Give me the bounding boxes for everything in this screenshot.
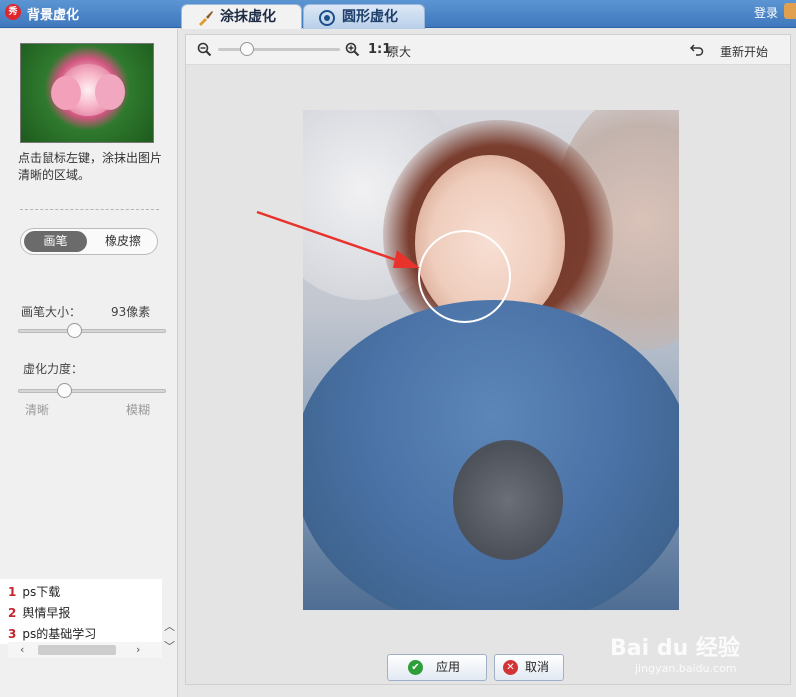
brush-size-slider[interactable] — [18, 329, 166, 333]
mode-toggle: 画笔 橡皮擦 — [20, 228, 158, 255]
check-icon: ✔ — [408, 660, 423, 675]
apply-button[interactable]: ✔ 应用 — [387, 654, 487, 681]
zoom-out-icon[interactable] — [197, 42, 212, 57]
tab-circle-blur[interactable]: 圆形虚化 — [303, 4, 425, 29]
user-avatar-icon[interactable] — [784, 3, 796, 19]
zoom-toolbar: 1:1 原大 重新开始 — [186, 35, 790, 65]
zoom-slider-handle[interactable] — [240, 42, 254, 56]
title-bar: 秀 背景虚化 涂抹虚化 圆形虚化 登录 — [0, 0, 796, 29]
horizontal-scrollbar[interactable]: ‹ › — [8, 642, 162, 658]
restart-button[interactable]: 重新开始 — [720, 43, 768, 60]
brush-size-value: 93像素 — [111, 305, 151, 319]
scroll-left-icon[interactable]: ‹ — [20, 644, 24, 656]
eraser-mode-button[interactable]: 橡皮擦 — [91, 231, 155, 252]
hot-search-list: 1 ps下载 2 舆情早报 3 ps的基础学习 — [0, 579, 162, 644]
blur-max-label: 模糊 — [126, 403, 151, 417]
meitu-logo-icon: 秀 — [5, 4, 21, 20]
brush-mode-button[interactable]: 画笔 — [24, 231, 87, 252]
original-size-button[interactable]: 原大 — [387, 43, 411, 60]
instruction-text: 点击鼠标左键，涂抹出图片清晰的区域。 — [18, 151, 163, 182]
window-title: 背景虚化 — [27, 8, 80, 23]
scroll-right-icon[interactable]: › — [136, 644, 140, 656]
scroll-up-icon[interactable]: ︿ — [164, 621, 175, 633]
zoom-slider[interactable] — [218, 48, 340, 51]
login-link[interactable]: 登录 — [754, 4, 778, 21]
cancel-button[interactable]: ✕ 取消 — [494, 654, 564, 681]
tab-smear-blur[interactable]: 涂抹虚化 — [181, 4, 302, 29]
brush-size-label: 画笔大小： — [21, 305, 82, 319]
brush-cursor-circle — [418, 230, 511, 323]
list-item[interactable]: 1 ps下载 — [8, 583, 60, 600]
undo-icon[interactable] — [690, 42, 704, 56]
vertical-scroll-buttons: ︿ ﹀ — [162, 583, 178, 653]
close-icon: ✕ — [503, 660, 518, 675]
list-item[interactable]: 3 ps的基础学习 — [8, 625, 96, 642]
scroll-down-icon[interactable]: ﹀ — [164, 641, 175, 653]
zoom-in-icon[interactable] — [345, 42, 360, 57]
list-item[interactable]: 2 舆情早报 — [8, 604, 70, 621]
target-icon — [319, 10, 335, 26]
divider — [20, 209, 159, 210]
scrollbar-thumb[interactable] — [38, 645, 116, 655]
photo-canvas[interactable] — [303, 110, 679, 610]
canvas-area: 1:1 原大 重新开始 ✔ 应用 ✕ 取消 — [185, 34, 791, 685]
baidu-watermark: Bai du 经验 — [610, 636, 740, 661]
annotation-arrow — [256, 210, 420, 268]
brush-size-slider-handle[interactable] — [67, 323, 82, 338]
preview-thumbnail — [20, 43, 154, 143]
brush-icon — [199, 11, 213, 26]
baidu-watermark-url: jingyan.baidu.com — [635, 662, 737, 675]
blur-strength-slider[interactable] — [18, 389, 166, 393]
blur-min-label: 清晰 — [25, 403, 50, 417]
tab-label: 圆形虚化 — [342, 9, 398, 25]
blur-strength-label: 虚化力度： — [23, 362, 84, 376]
blur-strength-slider-handle[interactable] — [57, 383, 72, 398]
app-window: 秀 背景虚化 涂抹虚化 圆形虚化 登录 点击鼠标左键，涂抹出图片清晰的区域。 画… — [0, 0, 796, 697]
tab-label: 涂抹虚化 — [220, 9, 276, 25]
